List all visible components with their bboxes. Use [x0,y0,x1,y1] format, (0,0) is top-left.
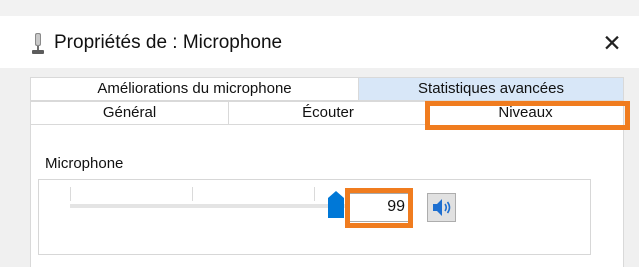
microphone-icon [31,33,45,55]
speaker-icon [428,199,455,225]
level-value-field[interactable]: 99 [346,193,412,222]
slider-tick [192,187,193,201]
desktop-strip [0,0,639,17]
tab-niveaux[interactable]: Niveaux [427,101,624,125]
window-title: Propriétés de : Microphone [54,32,283,53]
tab-label: Écouter [302,104,354,121]
mute-toggle-button[interactable] [427,193,456,222]
title-bar[interactable]: Propriétés de : Microphone ✕ [0,16,639,68]
slider-track [70,204,347,208]
tab-label: Général [102,104,157,121]
close-button[interactable]: ✕ [596,28,628,58]
screenshot: Propriétés de : Microphone ✕ Amélioratio… [0,0,639,267]
slider-tick [70,187,71,201]
group-label-microphone: Microphone [42,155,127,172]
tab-statistiques-avancees[interactable]: Statistiques avancées [358,77,624,101]
microphone-level-slider[interactable] [70,187,350,218]
properties-window: Propriétés de : Microphone ✕ Amélioratio… [0,16,639,267]
tab-label: Améliorations du microphone [97,80,292,97]
tab-ameliorations[interactable]: Améliorations du microphone [30,77,359,101]
close-icon: ✕ [602,30,622,56]
slider-tick [314,187,315,201]
tab-label: Niveaux [498,104,553,121]
tab-label: Statistiques avancées [418,80,564,97]
tab-row-front: Général Écouter Niveaux [30,101,624,125]
tab-general[interactable]: Général [30,101,229,125]
tab-ecouter[interactable]: Écouter [228,101,428,125]
tab-row-back: Améliorations du microphone Statistiques… [30,77,624,101]
slider-thumb[interactable] [328,191,344,218]
